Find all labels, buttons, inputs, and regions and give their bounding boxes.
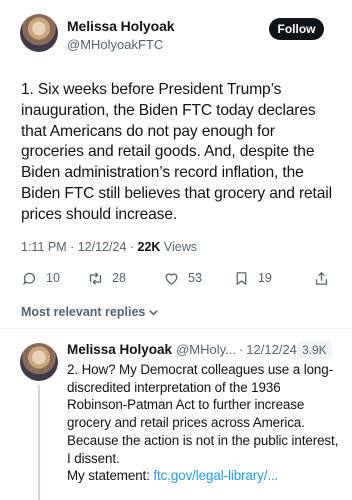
post-text: 1. Six weeks before President Trump’s in… [21,81,332,223]
reply-separator: · [238,342,244,357]
divider [0,328,352,329]
post-meta: 1:11 PM · 12/12/24 · 22K Views [21,240,197,254]
sort-label: Most relevant replies [21,305,146,319]
reply-date[interactable]: 12/12/24 [246,342,297,357]
statement-link[interactable]: ftc.gov/legal-library/... [153,468,278,483]
reply-text: 2. How? My Democrat colleagues use a lon… [67,361,342,485]
reply-author-avatar[interactable] [20,343,58,381]
bookmark-count: 19 [258,271,272,285]
follow-button[interactable]: Follow [269,18,324,40]
speech-bubble-icon [23,272,36,285]
views-label: Views [160,240,198,254]
statement-label: My statement: [67,468,154,484]
like-count: 53 [188,271,202,285]
reply-count: 10 [46,271,60,285]
author-name[interactable]: Melissa Holyoak [67,18,175,34]
thread-line [38,385,40,500]
action-bar: 10 28 53 19 [21,268,333,288]
repost-arrows-icon [89,271,102,285]
chevron-down-icon [149,309,159,316]
repost-button[interactable]: 28 [87,268,126,288]
reply-author-handle[interactable]: @MHoly... [176,342,236,357]
share-button[interactable] [313,268,338,288]
heart-icon [165,272,178,285]
reply-button[interactable]: 10 [21,268,60,288]
reply-author-name[interactable]: Melissa Holyoak [67,342,172,357]
share-upload-icon [315,271,328,285]
author-handle[interactable]: @MHolyoakFTC [67,37,163,52]
author-avatar[interactable] [20,14,58,52]
reply-views-badge: 3.9K [297,341,332,359]
like-button[interactable]: 53 [163,268,202,288]
replies-sort-dropdown[interactable]: Most relevant replies [21,305,159,319]
reply-body: 2. How? My Democrat colleagues use a lon… [67,362,339,466]
reply-header: Melissa Holyoak @MHoly... · 12/12/24 [67,342,297,357]
views-count: 22K [137,240,161,254]
bookmark-button[interactable]: 19 [233,268,272,288]
post-timestamp[interactable]: 1:11 PM · 12/12/24 · [21,240,138,254]
repost-count: 28 [112,271,126,285]
bookmark-icon [236,271,247,285]
